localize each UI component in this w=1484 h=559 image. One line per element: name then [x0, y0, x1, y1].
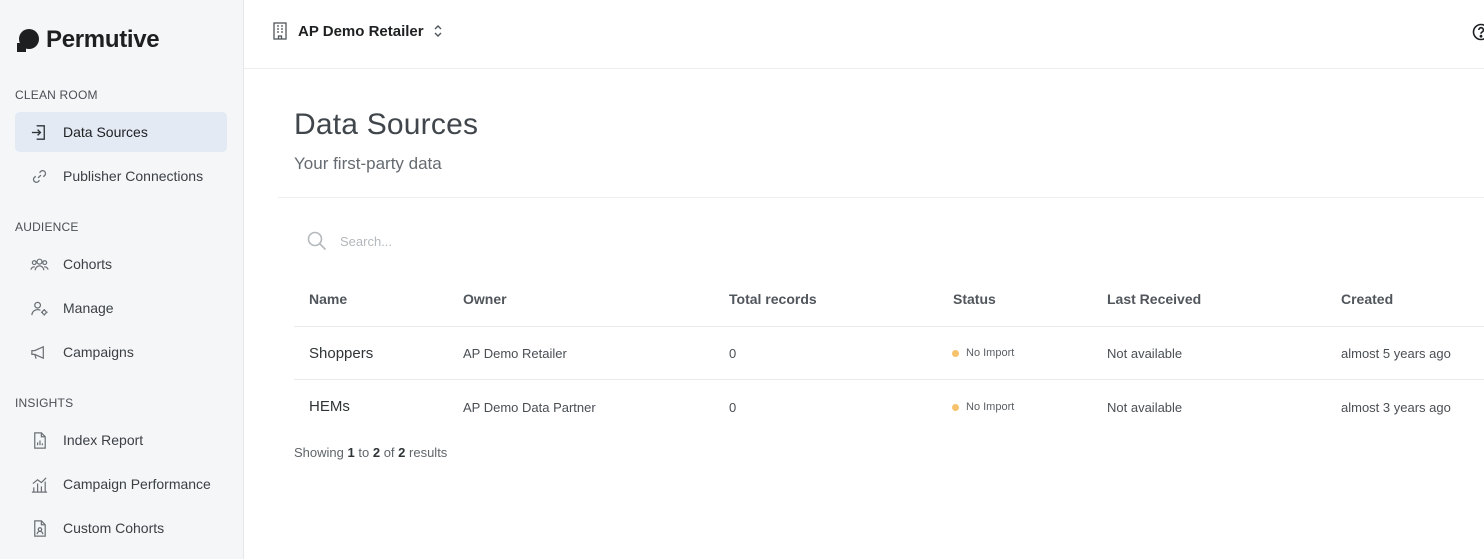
divider — [278, 197, 1484, 198]
sidebar-item-label: Campaigns — [63, 344, 134, 360]
sidebar-item-manage[interactable]: Manage — [15, 288, 227, 328]
results-from: 1 — [347, 445, 355, 460]
row-divider — [294, 379, 1484, 380]
sidebar-item-label: Custom Cohorts — [63, 520, 165, 536]
column-header-status[interactable]: Status — [953, 291, 996, 307]
brand-name: Permutive — [46, 26, 160, 53]
row-records: 0 — [729, 400, 737, 415]
user-settings-icon — [29, 298, 49, 318]
sidebar-item-label: Campaign Performance — [63, 476, 211, 492]
row-divider — [294, 326, 1484, 327]
search-icon — [307, 231, 327, 251]
help-icon[interactable] — [1472, 23, 1484, 41]
column-header-total-records[interactable]: Total records — [729, 291, 817, 307]
users-icon — [29, 254, 49, 274]
column-header-name[interactable]: Name — [309, 291, 347, 307]
status-text: No Import — [966, 347, 1015, 359]
brand-logo[interactable]: Permutive — [15, 26, 160, 54]
sidebar-item-campaigns[interactable]: Campaigns — [15, 332, 227, 372]
megaphone-icon — [29, 342, 49, 362]
page-subtitle: Your first-party data — [294, 154, 442, 173]
status-badge: No Import — [952, 401, 1014, 413]
column-header-owner[interactable]: Owner — [463, 291, 507, 307]
sidebar-item-campaign-performance[interactable]: Campaign Performance — [15, 464, 227, 504]
status-dot-icon — [952, 403, 959, 411]
building-icon — [273, 22, 287, 40]
row-owner: AP Demo Retailer — [463, 346, 567, 361]
sidebar-item-custom-cohorts[interactable]: Custom Cohorts — [15, 508, 227, 548]
column-header-last-received[interactable]: Last Received — [1107, 291, 1201, 307]
sidebar-item-data-sources[interactable]: Data Sources — [15, 112, 227, 152]
row-last-received: Not available — [1107, 400, 1183, 415]
org-name: AP Demo Retailer — [298, 22, 424, 40]
column-header-created[interactable]: Created — [1341, 291, 1393, 307]
search-bar — [306, 230, 640, 252]
sidebar-item-index-report[interactable]: Index Report — [15, 420, 227, 460]
sidebar-item-cohorts[interactable]: Cohorts — [15, 244, 227, 284]
sidebar-item-label: Cohorts — [63, 256, 113, 272]
sidebar-item-label: Index Report — [63, 432, 144, 448]
results-prefix: Showing — [294, 445, 344, 460]
chevron-up-down-icon — [434, 25, 442, 37]
results-suffix: results — [409, 445, 448, 460]
section-label-audience: AUDIENCE — [15, 220, 79, 234]
link-icon — [29, 166, 49, 186]
status-text: No Import — [966, 401, 1015, 413]
sidebar-item-label: Publisher Connections — [63, 168, 204, 184]
sidebar-item-publisher-connections[interactable]: Publisher Connections — [15, 156, 227, 196]
row-created: almost 5 years ago — [1341, 346, 1451, 361]
org-switcher[interactable]: AP Demo Retailer — [272, 22, 444, 40]
report-icon — [29, 430, 49, 450]
sidebar: Permutive CLEAN ROOM Data Sources Publis… — [0, 0, 244, 559]
import-icon — [29, 122, 49, 142]
row-created: almost 3 years ago — [1341, 400, 1451, 415]
sidebar-item-label: Manage — [63, 300, 114, 316]
row-owner: AP Demo Data Partner — [463, 400, 596, 415]
results-of-word: of — [383, 445, 395, 460]
search-input[interactable] — [340, 233, 640, 249]
row-name[interactable]: HEMs — [309, 398, 350, 415]
topbar: AP Demo Retailer — [244, 0, 1484, 69]
section-label-insights: INSIGHTS — [15, 396, 74, 410]
row-records: 0 — [729, 346, 737, 361]
permutive-logo-icon — [15, 28, 40, 53]
section-label-clean-room: CLEAN ROOM — [15, 88, 98, 102]
row-name[interactable]: Shoppers — [309, 345, 373, 362]
page-title: Data Sources — [294, 108, 479, 141]
row-last-received: Not available — [1107, 346, 1183, 361]
results-count: Showing 1 to 2 of 2 results — [294, 445, 447, 460]
results-to-word: to — [358, 445, 370, 460]
status-badge: No Import — [952, 347, 1014, 359]
status-dot-icon — [952, 349, 959, 357]
results-total: 2 — [398, 445, 406, 460]
custom-report-icon — [29, 518, 49, 538]
sidebar-item-label: Data Sources — [63, 124, 148, 140]
results-to: 2 — [372, 445, 381, 460]
chart-icon — [29, 474, 49, 494]
